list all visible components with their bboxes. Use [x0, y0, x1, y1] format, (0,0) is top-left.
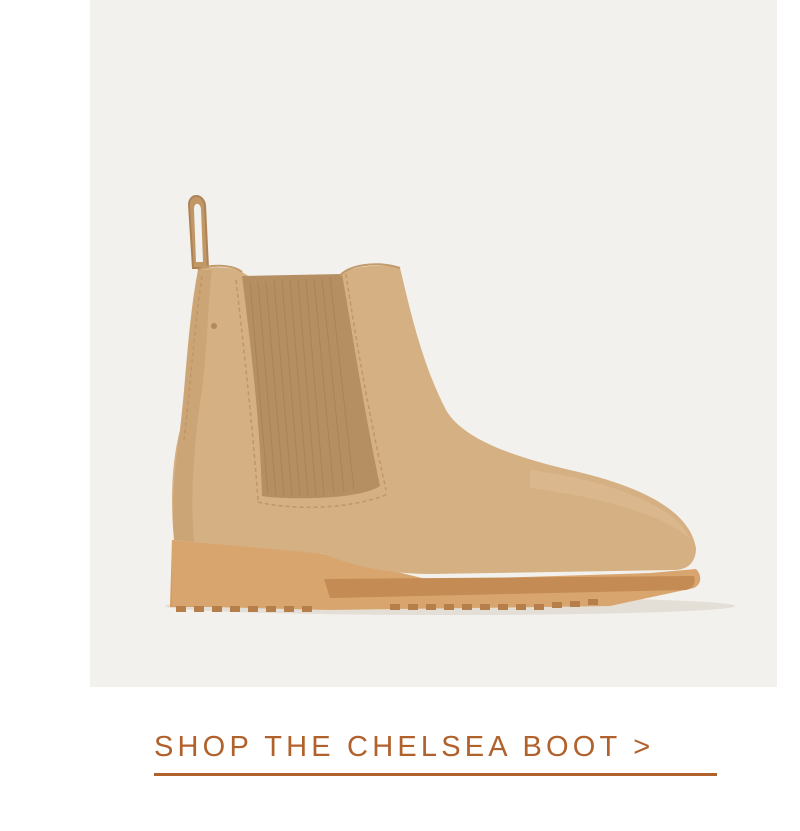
cta-underline — [154, 773, 717, 776]
product-image-panel[interactable] — [90, 0, 777, 687]
shop-chelsea-boot-label: SHOP THE CHELSEA BOOT > — [154, 731, 655, 763]
shop-chelsea-boot-link[interactable]: SHOP THE CHELSEA BOOT > — [154, 730, 717, 776]
chelsea-boot-image — [165, 195, 735, 615]
boot-stud — [211, 323, 217, 329]
